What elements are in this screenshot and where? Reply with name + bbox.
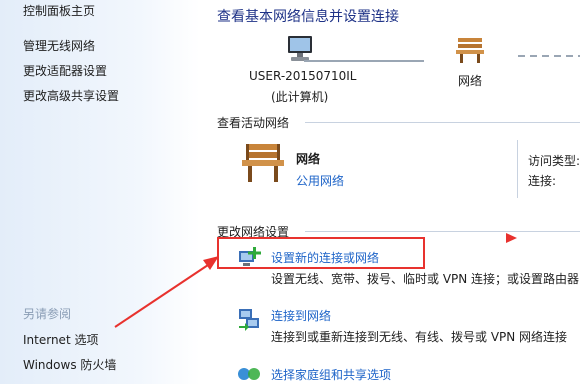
connect-network-icon — [239, 309, 259, 331]
sidebar: 控制面板主页 管理无线网络 更改适配器设置 更改高级共享设置 另请参阅 Inte… — [0, 0, 200, 384]
connection-label: 连接: — [528, 174, 557, 188]
see-also-heading: 另请参阅 — [23, 307, 72, 321]
sidebar-item-advanced-sharing[interactable]: 更改高级共享设置 — [23, 87, 119, 104]
internet-connection-line — [518, 55, 580, 57]
homegroup-link[interactable]: 选择家庭组和共享选项 — [271, 366, 391, 383]
divider — [305, 122, 580, 123]
active-network-name: 网络 — [296, 152, 321, 166]
network-bench-icon[interactable] — [452, 34, 488, 64]
connect-to-network-link[interactable]: 连接到网络 — [271, 307, 331, 324]
network-bench-icon — [242, 144, 284, 182]
page-title: 查看基本网络信息并设置连接 — [217, 9, 399, 25]
see-also-windows-firewall[interactable]: Windows 防火墙 — [23, 356, 116, 373]
active-networks-heading: 查看活动网络 — [217, 116, 290, 130]
sidebar-item-adapter-settings[interactable]: 更改适配器设置 — [23, 62, 107, 79]
connect-to-network-desc: 连接到或重新连接到无线、有线、拨号或 VPN 网络连接 — [271, 330, 568, 344]
homegroup-icon — [238, 368, 260, 380]
highlight-box — [217, 237, 425, 269]
setup-connection-desc: 设置无线、宽带、拨号、临时或 VPN 连接；或设置路由器 — [271, 272, 580, 286]
network-type-link[interactable]: 公用网络 — [296, 172, 344, 189]
see-also-internet-options[interactable]: Internet 选项 — [23, 331, 98, 348]
control-panel-home-link[interactable]: 控制面板主页 — [23, 2, 95, 19]
computer-sub-label: (此计算机) — [271, 90, 329, 104]
computer-name: USER-20150710IL — [249, 69, 357, 83]
main-panel: 查看基本网络信息并设置连接 USER-20150710IL (此计算机) 网络 … — [200, 0, 580, 384]
sidebar-item-manage-wireless[interactable]: 管理无线网络 — [23, 37, 95, 54]
access-type-label: 访问类型: — [528, 154, 580, 168]
connection-line — [304, 60, 424, 62]
vertical-divider — [517, 140, 518, 198]
divider — [305, 231, 580, 232]
network-label: 网络 — [458, 74, 483, 88]
